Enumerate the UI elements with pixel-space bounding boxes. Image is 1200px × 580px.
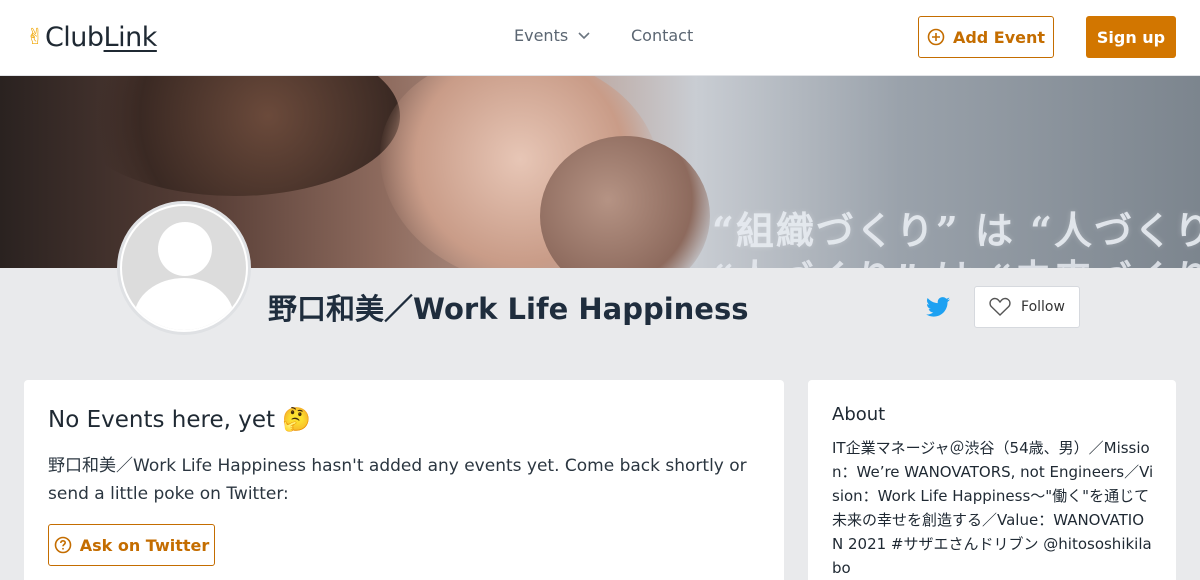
banner-hands-shape	[70, 76, 400, 196]
about-description: IT企業マネージャ＠渋谷（54歳、男）／Mission：We’re WANOVA…	[832, 439, 1154, 577]
ask-on-twitter-button[interactable]: Ask on Twitter	[48, 524, 215, 566]
chevron-down-icon	[578, 31, 590, 39]
follow-label: Follow	[1021, 299, 1065, 315]
banner-slogan-line2: “人づくり” は “未来づくり”	[712, 248, 1200, 268]
clublink-logo[interactable]: ✌ Club Link	[26, 20, 157, 54]
avatar-head-shape	[158, 222, 212, 276]
about-heading: About	[832, 404, 886, 425]
plus-circle-icon	[927, 28, 945, 46]
avatar-placeholder-icon	[122, 206, 246, 330]
logo-text-link: Link	[103, 21, 158, 53]
events-card: No Events here, yet 🤔 野口和美／Work Life Hap…	[24, 380, 784, 580]
logo-text-club: Club	[44, 21, 104, 53]
victory-hand-icon: ✌	[26, 24, 44, 50]
profile-name: 野口和美／Work Life Happiness	[268, 292, 749, 326]
avatar-body-shape	[134, 278, 234, 330]
profile-avatar	[117, 201, 251, 335]
top-header: ✌ Club Link Events Contact Add Event Sig…	[0, 0, 1200, 76]
signup-button[interactable]: Sign up	[1086, 16, 1176, 58]
nav-events-dropdown[interactable]: Events	[514, 26, 590, 45]
ask-on-twitter-label: Ask on Twitter	[79, 535, 210, 555]
heart-icon	[989, 297, 1011, 316]
follow-button[interactable]: Follow	[974, 286, 1080, 328]
question-circle-icon	[54, 536, 72, 554]
twitter-icon[interactable]	[926, 296, 950, 318]
nav-contact-link[interactable]: Contact	[631, 26, 693, 45]
no-events-message: 野口和美／Work Life Happiness hasn't added an…	[48, 456, 747, 504]
nav-events-label: Events	[514, 26, 569, 45]
signup-label: Sign up	[1096, 27, 1166, 47]
no-events-heading: No Events here, yet 🤔	[48, 407, 311, 433]
add-event-label: Add Event	[952, 27, 1046, 47]
banner-slogan-line1: “組織づくり” は “人づくり”	[712, 208, 1200, 253]
about-card: About IT企業マネージャ＠渋谷（54歳、男）／Mission：We’re …	[808, 380, 1176, 580]
add-event-button[interactable]: Add Event	[918, 16, 1054, 58]
